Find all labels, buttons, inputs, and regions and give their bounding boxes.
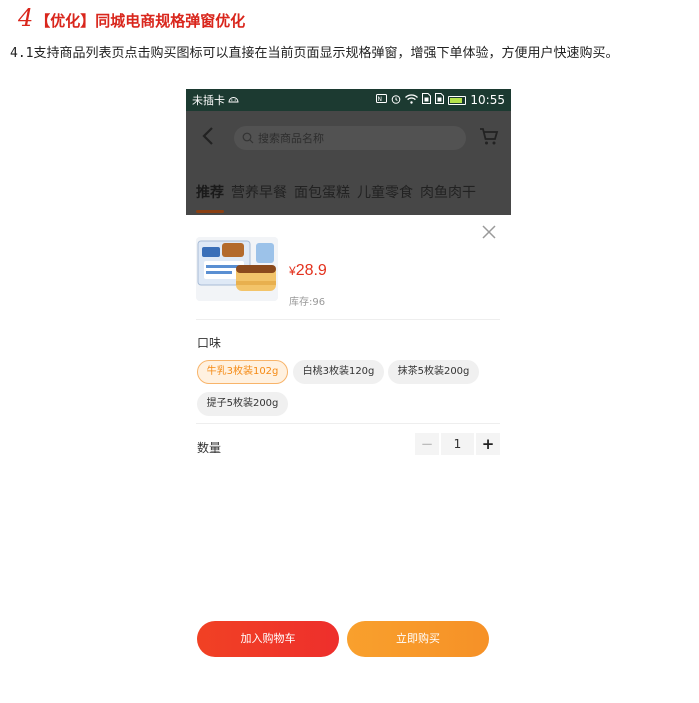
quantity-value[interactable]: 1 — [439, 433, 476, 455]
flavor-option[interactable]: 提子5枚装200g — [197, 392, 288, 416]
doc-section-title: 【优化】同城电商规格弹窗优化 — [35, 12, 246, 30]
back-button[interactable] — [186, 111, 230, 161]
divider — [196, 319, 500, 320]
category-tab[interactable]: 推荐 — [196, 182, 224, 213]
search-row — [186, 111, 511, 161]
status-time: 10:55 — [470, 93, 505, 107]
category-tab[interactable]: 营养早餐 — [231, 182, 287, 204]
search-input[interactable] — [258, 131, 458, 145]
product-image — [196, 237, 278, 301]
chevron-left-icon — [202, 127, 213, 145]
spec-popup: ¥28.9 库存:96 口味 牛乳3枚装102g 白桃3枚装120g 抹茶5枚装… — [186, 215, 511, 673]
currency-symbol: ¥ — [289, 264, 296, 278]
battery-icon — [448, 95, 467, 105]
flavor-label: 口味 — [197, 336, 222, 350]
quantity-stepper: − 1 + — [415, 433, 500, 455]
price-value: 28.9 — [295, 262, 327, 279]
category-tabs: 推荐 营养早餐 面包蛋糕 儿童零食 肉鱼肉干 — [186, 171, 511, 215]
svg-text:N: N — [378, 96, 383, 103]
increment-button[interactable]: + — [476, 433, 500, 455]
sim-icon — [422, 93, 432, 107]
wifi-icon — [405, 93, 419, 107]
android-icon — [228, 95, 239, 106]
flavor-option-selected[interactable]: 牛乳3枚装102g — [197, 360, 288, 384]
sim-icon — [435, 93, 445, 107]
cart-icon — [480, 128, 499, 145]
doc-heading: 4 【优化】同城电商规格弹窗优化 — [18, 4, 245, 34]
category-tab[interactable]: 肉鱼肉干 — [420, 182, 476, 204]
decrement-button[interactable]: − — [415, 433, 439, 455]
product-price: ¥28.9 — [289, 262, 327, 280]
category-tab[interactable]: 面包蛋糕 — [294, 182, 350, 204]
close-button[interactable] — [478, 223, 500, 245]
search-field[interactable] — [234, 126, 466, 150]
buy-now-button[interactable]: 立即购买 — [347, 621, 489, 657]
status-bar: 未插卡 N 10:55 — [186, 89, 511, 111]
divider — [196, 423, 500, 424]
search-icon — [242, 132, 254, 144]
add-to-cart-button[interactable]: 加入购物车 — [197, 621, 339, 657]
quantity-label: 数量 — [197, 441, 222, 455]
carrier-label: 未插卡 — [192, 94, 225, 107]
flavor-option[interactable]: 抹茶5枚装200g — [388, 360, 479, 384]
nfc-icon: N — [376, 94, 388, 106]
stock-label: 库存:96 — [289, 297, 326, 308]
cart-button[interactable] — [478, 125, 500, 147]
doc-section-number: 4 — [18, 4, 34, 32]
flavor-option[interactable]: 白桃3枚装120g — [293, 360, 384, 384]
alarm-icon — [391, 94, 401, 107]
app-header-dimmed: 推荐 营养早餐 面包蛋糕 儿童零食 肉鱼肉干 — [186, 111, 511, 215]
close-icon — [482, 225, 496, 239]
phone-screenshot: 未插卡 N 10:55 搜索商品名称 推荐 营养早餐 面包蛋糕 儿童零食 肉鱼肉… — [186, 89, 511, 673]
doc-description: 4.1支持商品列表页点击购买图标可以直接在当前页面显示规格弹窗，增强下单体验，方… — [10, 46, 619, 61]
category-tab[interactable]: 儿童零食 — [357, 182, 413, 204]
